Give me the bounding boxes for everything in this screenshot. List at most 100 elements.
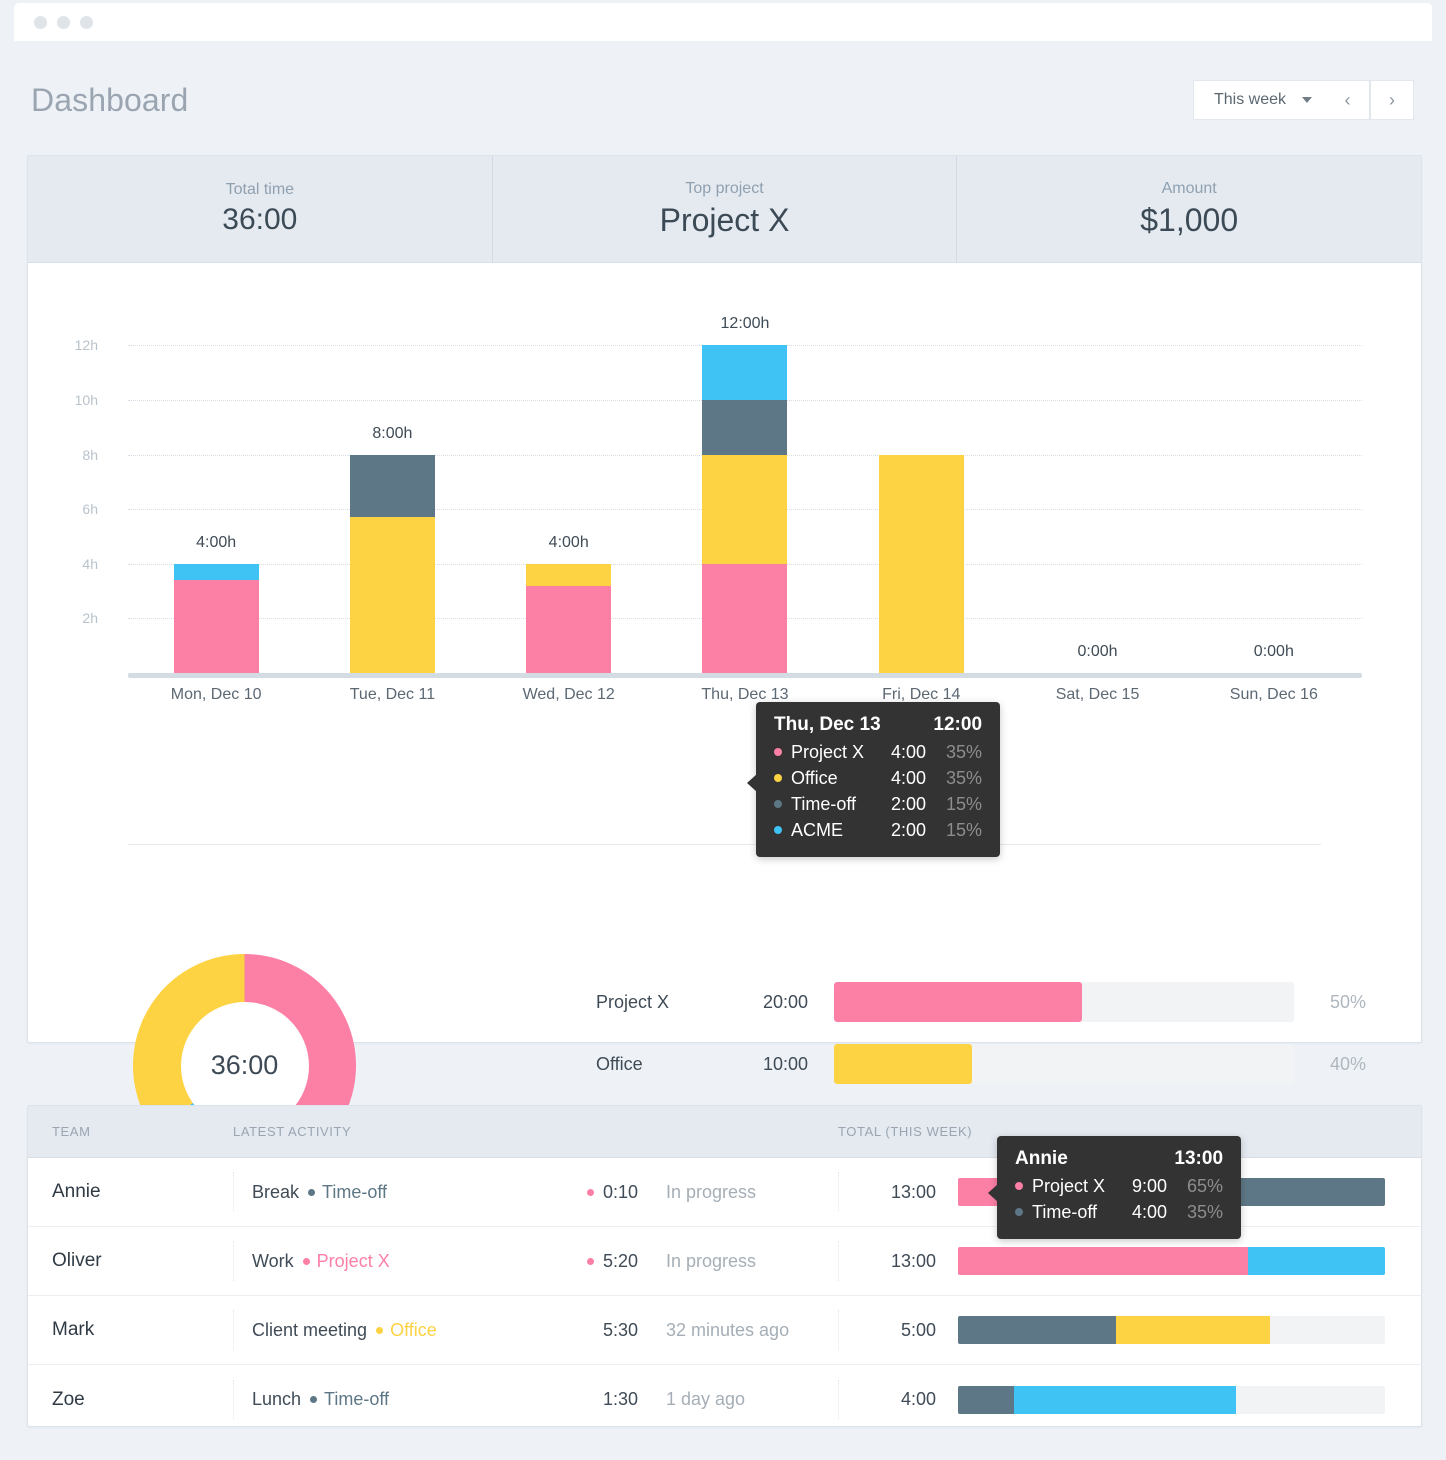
tooltip-header: Annie 13:00 <box>1015 1148 1223 1170</box>
chart-bar-stack <box>526 564 611 673</box>
tooltip-row-percent: 15% <box>926 817 982 843</box>
tooltip-row-name: Project X <box>1032 1173 1105 1199</box>
activity-status: In progress <box>638 1251 838 1272</box>
tooltip-color-dot <box>1015 1208 1023 1216</box>
chart-y-tick: 2h <box>82 610 98 626</box>
tooltip-row-name: Office <box>791 765 864 791</box>
chevron-down-icon <box>1302 97 1312 103</box>
next-period-button[interactable]: › <box>1370 80 1414 120</box>
chart-bar-segment <box>526 586 611 673</box>
activity-duration-value: 5:30 <box>603 1320 638 1341</box>
activity-project[interactable]: Project X <box>303 1251 390 1272</box>
project-row[interactable]: Project X20:0050% <box>596 978 1366 1026</box>
project-row[interactable]: Office10:0040% <box>596 1040 1366 1088</box>
chart-bar-stack <box>702 345 787 673</box>
chart-bar-segment <box>702 400 787 455</box>
tooltip-row: Time-off2:0015% <box>774 791 982 817</box>
chart-bar-segment <box>526 564 611 586</box>
tooltip-rows: Project X4:0035%Office4:0035%Time-off2:0… <box>774 739 982 843</box>
tooltip-total: 12:00 <box>933 714 982 736</box>
chart-bar-column[interactable]: 0:00h <box>1009 318 1185 673</box>
summary-label: Total time <box>226 181 294 199</box>
app-window: Dashboard This week ‹ › Total time 36:00… <box>0 0 1446 1460</box>
team-bar-track <box>958 1316 1385 1344</box>
chart-bar-column[interactable]: 8:00h <box>304 318 480 673</box>
tooltip-row-value: 2:00 <box>864 791 926 817</box>
chart-bar-column[interactable] <box>833 318 1009 673</box>
summary-strip: Total time 36:00 Top project Project X A… <box>28 156 1421 263</box>
chart-bar-column[interactable]: 4:00h <box>128 318 304 673</box>
tooltip-color-dot <box>774 800 782 808</box>
chart-bar-total-label: 8:00h <box>304 425 480 443</box>
chart-bar-total-label: 12:00h <box>657 315 833 333</box>
chart-bar-segment <box>350 455 435 518</box>
tooltip-row: Time-off4:0035% <box>1015 1199 1223 1225</box>
date-range-select[interactable]: This week <box>1193 80 1326 120</box>
summary-value: $1,000 <box>1140 202 1238 239</box>
chart-bar-column[interactable]: 4:00h <box>481 318 657 673</box>
tooltip-row-name: Time-off <box>791 791 864 817</box>
chart-bar-column[interactable]: 0:00h <box>1186 318 1362 673</box>
project-color-dot <box>376 1327 383 1334</box>
window-maximize-dot[interactable] <box>80 16 93 29</box>
section-divider <box>128 844 1321 845</box>
activity-project-name: Project X <box>317 1251 390 1272</box>
tooltip-color-dot <box>774 774 782 782</box>
activity-project[interactable]: Time-off <box>310 1389 389 1410</box>
chart-bar-total-label: 4:00h <box>481 534 657 552</box>
project-duration: 10:00 <box>746 1054 808 1075</box>
tooltip-header: Thu, Dec 13 12:00 <box>774 714 982 736</box>
team-bar-segment <box>1116 1316 1270 1344</box>
team-member-name: Mark <box>28 1319 233 1341</box>
activity-project-name: Time-off <box>324 1389 389 1410</box>
project-color-dot <box>310 1396 317 1403</box>
tooltip-arrow <box>747 774 757 792</box>
team-bar-segment <box>1014 1386 1236 1414</box>
tooltip-row-percent: 15% <box>926 791 982 817</box>
summary-label: Amount <box>1162 180 1217 198</box>
chart-bar-segment <box>350 517 435 673</box>
tooltip-row-value: 2:00 <box>864 817 926 843</box>
chart-bar-total-label: 4:00h <box>128 534 304 552</box>
tooltip-row-value: 4:00 <box>1105 1199 1167 1225</box>
activity-duration: 5:20 <box>523 1251 638 1272</box>
chart-bar-column[interactable]: 12:00h <box>657 318 833 673</box>
team-bar-segment <box>1236 1178 1385 1206</box>
team-tooltip: Annie 13:00 Project X9:0065%Time-off4:00… <box>997 1136 1241 1239</box>
chart-x-tick-label: Wed, Dec 12 <box>481 686 657 704</box>
window-close-dot[interactable] <box>34 16 47 29</box>
running-indicator-dot <box>587 1189 594 1196</box>
prev-period-button[interactable]: ‹ <box>1326 80 1370 120</box>
chart-y-axis: 2h4h6h8h10h12h <box>58 318 98 673</box>
chart-y-tick: 8h <box>82 447 98 463</box>
team-latest-activity: LunchTime-off <box>233 1380 523 1420</box>
activity-project-name: Time-off <box>322 1182 387 1203</box>
project-color-dot <box>308 1189 315 1196</box>
project-name: Office <box>596 1054 746 1075</box>
running-indicator-dot <box>587 1258 594 1265</box>
table-row[interactable]: ZoeLunchTime-off1:301 day ago4:00 <box>28 1365 1421 1434</box>
summary-amount: Amount $1,000 <box>957 156 1421 262</box>
team-bar-segment <box>958 1316 1116 1344</box>
tooltip-row-percent: 65% <box>1167 1173 1223 1199</box>
table-row[interactable]: MarkClient meetingOffice5:3032 minutes a… <box>28 1296 1421 1365</box>
window-minimize-dot[interactable] <box>57 16 70 29</box>
tooltip-row-value: 4:00 <box>864 739 926 765</box>
activity-duration: 1:30 <box>523 1389 638 1410</box>
tooltip-row-value: 9:00 <box>1105 1173 1167 1199</box>
chart-bar-total-label: 0:00h <box>1186 643 1362 661</box>
tooltip-title: Thu, Dec 13 <box>774 714 881 736</box>
project-bar-fill <box>834 1044 972 1084</box>
activity-duration-value: 0:10 <box>603 1182 638 1203</box>
chart-x-axis: Mon, Dec 10Tue, Dec 11Wed, Dec 12Thu, De… <box>128 686 1362 704</box>
team-total-hours: 5:00 <box>838 1310 958 1350</box>
summary-value: 36:00 <box>222 203 297 237</box>
activity-project[interactable]: Time-off <box>308 1182 387 1203</box>
team-header-activity: LATEST ACTIVITY <box>233 1124 838 1139</box>
team-member-name: Annie <box>28 1181 233 1203</box>
activity-project[interactable]: Office <box>376 1320 437 1341</box>
summary-value: Project X <box>660 202 790 239</box>
chart-bar-total-label: 0:00h <box>1009 643 1185 661</box>
team-total-hours: 4:00 <box>838 1380 958 1420</box>
weekly-bar-chart: 2h4h6h8h10h12h 4:00h 8:00h 4:00h 12:00h 0:00… <box>28 263 1421 788</box>
